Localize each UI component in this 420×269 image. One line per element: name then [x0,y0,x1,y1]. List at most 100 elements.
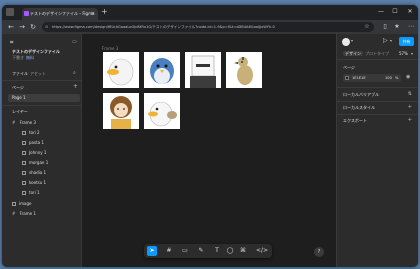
image-morgan-1[interactable] [226,52,262,88]
layer-label: Frame 1 [19,211,36,216]
app-menu-icon[interactable] [6,8,14,16]
panel-divider [337,114,418,115]
more-menu-icon[interactable]: ⋯ [406,22,416,32]
page-heading: ページ [343,65,355,70]
move-tool-icon[interactable]: ➤ [147,246,157,256]
layer-tori-1[interactable]: tori 1 [22,190,40,195]
figma-favicon-icon [24,11,29,16]
white-duck-angry-icon [148,101,177,127]
sidebar-toggle-icon[interactable]: ▭ [72,39,77,45]
image-johnny-1[interactable] [185,52,221,88]
address-bar-row: ← → ↻ ⊙ https://www.figma.com/design/f6U… [2,20,418,34]
chevron-down-icon[interactable]: ▾ [351,38,353,43]
figma-app: ⌗ ▭ テストのデザインファイル 下書き 無料 ファイル アセット ⌕ ページ … [2,34,418,267]
layer-johnny-1[interactable]: Johnny 1 [22,150,46,155]
canvas[interactable]: Frame 3 ➤ # ▭ ✎ T ◯ ⌘ </> ? [82,34,336,267]
browser-tab[interactable]: テストのデザインファイル – Figma ✕ [22,8,98,20]
tab-assets[interactable]: アセット [30,71,46,76]
layer-frame-3[interactable]: # Frame 3 [12,120,36,125]
help-icon[interactable]: ? [314,247,324,257]
dev-mode-toggle-icon[interactable]: </> [256,246,268,256]
page-item[interactable]: Page 1 [12,95,26,100]
color-swatch[interactable] [345,76,349,80]
present-dropdown-icon[interactable]: ▾ [390,38,392,43]
actions-tool-icon[interactable]: ⌘ [238,246,248,256]
search-icon[interactable]: ⌕ [73,70,76,76]
comment-tool-icon[interactable]: ◯ [225,246,235,256]
present-icon[interactable]: ▷ [383,37,388,44]
image-layer-icon [22,180,26,185]
layer-label: tori 2 [29,130,40,135]
layer-label: pasta 1 [29,140,44,145]
url-field[interactable]: ⊙ https://www.figma.com/design/f6UrAGaaa… [42,22,374,32]
visibility-icon[interactable]: ◉ [406,74,410,80]
page-color-hex[interactable]: 1E1E1E [352,76,366,81]
browser-tab-bar: テストのデザインファイル – Figma ✕ + — ☐ ✕ [2,5,418,20]
share-button[interactable]: 共有 [399,37,414,46]
image-tori-2[interactable] [103,52,139,88]
page-color-field[interactable]: 1E1E1E 100 % [343,74,401,82]
forward-icon[interactable]: → [17,22,27,32]
frame-icon: # [12,211,16,216]
figma-menu-icon[interactable]: ⌗ [10,39,13,47]
file-title[interactable]: テストのデザインファイル [12,49,60,54]
add-page-icon[interactable]: + [73,83,78,90]
layer-frame-1[interactable]: # Frame 1 [12,211,36,216]
minimize-icon[interactable]: — [374,5,388,19]
page-color-opacity[interactable]: 100 [385,76,392,81]
shape-tool-icon[interactable]: ▭ [180,246,190,256]
image-layer-icon [22,170,26,175]
image-layer-icon [22,160,26,165]
page-color-unit: % [395,75,399,80]
tab-design[interactable]: デザイン [343,51,363,56]
maximize-icon[interactable]: ☐ [388,5,402,19]
panel-divider [337,59,418,60]
split-screen-icon[interactable]: ▯ [380,22,390,32]
local-styles-section[interactable]: ローカルスタイル [343,105,375,111]
local-variables-icon[interactable]: ⇅ [408,91,412,97]
layer-label: Frame 3 [19,120,36,125]
layer-label: tori 1 [29,190,40,195]
image-layer-icon [22,150,26,155]
favorites-icon[interactable]: ★ [392,22,402,32]
pen-tool-icon[interactable]: ✎ [196,246,206,256]
layer-label: koetsu 1 [29,180,47,185]
frame-tool-icon[interactable]: # [164,246,174,256]
image-layer-icon [22,190,26,195]
layer-shadia-1[interactable]: shadia 1 [22,170,46,175]
close-window-icon[interactable]: ✕ [403,5,417,19]
tab-title: テストのデザインファイル – Figma [30,11,95,16]
text-tool-icon[interactable]: T [212,246,222,256]
girl-character-icon [110,96,132,129]
star-icon[interactable]: ☆ [362,22,372,32]
local-variables-section[interactable]: ローカルバリアブル [343,92,379,98]
image-pasta-1[interactable] [144,52,180,88]
image-layer-icon [12,201,16,206]
add-export-icon[interactable]: + [408,117,412,123]
site-info-icon[interactable]: ⊙ [45,22,48,32]
layer-image[interactable]: image [12,201,31,206]
tab-prototype[interactable]: プロトタイプ [365,51,389,56]
layer-morgan-1[interactable]: morgan 1 [22,160,48,165]
left-panel: ⌗ ▭ テストのデザインファイル 下書き 無料 ファイル アセット ⌕ ページ … [2,34,82,267]
new-tab-icon[interactable]: + [101,7,108,17]
layers-heading: レイヤー [12,109,28,114]
zoom-level[interactable]: 57% [399,51,408,56]
close-tab-icon[interactable]: ✕ [91,8,95,20]
frame-label[interactable]: Frame 3 [102,46,118,51]
frame-icon: # [12,120,16,125]
layer-koetsu-1[interactable]: koetsu 1 [22,180,46,185]
image-shadia-1[interactable] [103,93,139,129]
panel-divider [337,87,418,88]
image-koetsu-1[interactable] [144,93,180,129]
back-icon[interactable]: ← [6,22,16,32]
avatar[interactable] [342,38,350,46]
tab-files[interactable]: ファイル [12,71,28,76]
export-section[interactable]: エクスポート [343,118,367,124]
reload-icon[interactable]: ↻ [28,22,38,32]
layer-tori-2[interactable]: tori 2 [22,130,40,135]
plan-badge: 無料 [26,55,34,60]
layer-pasta-1[interactable]: pasta 1 [22,140,44,145]
zoom-chevron-icon[interactable]: ▾ [411,51,413,56]
add-style-icon[interactable]: + [408,104,412,110]
